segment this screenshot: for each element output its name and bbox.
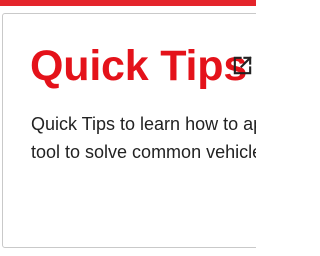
card-description: Quick Tips to learn how to app tool to s… [31,110,256,166]
page: Quick Tips Quick Tips to learn how to ap… [0,0,256,256]
card-title-row: Quick Tips [30,41,247,91]
top-accent-bar [0,0,256,6]
description-line: Quick Tips to learn how to app [31,114,256,134]
description-line: tool to solve common vehicle [31,142,256,162]
card-title: Quick Tips [30,42,248,90]
external-link-icon[interactable] [231,54,254,77]
